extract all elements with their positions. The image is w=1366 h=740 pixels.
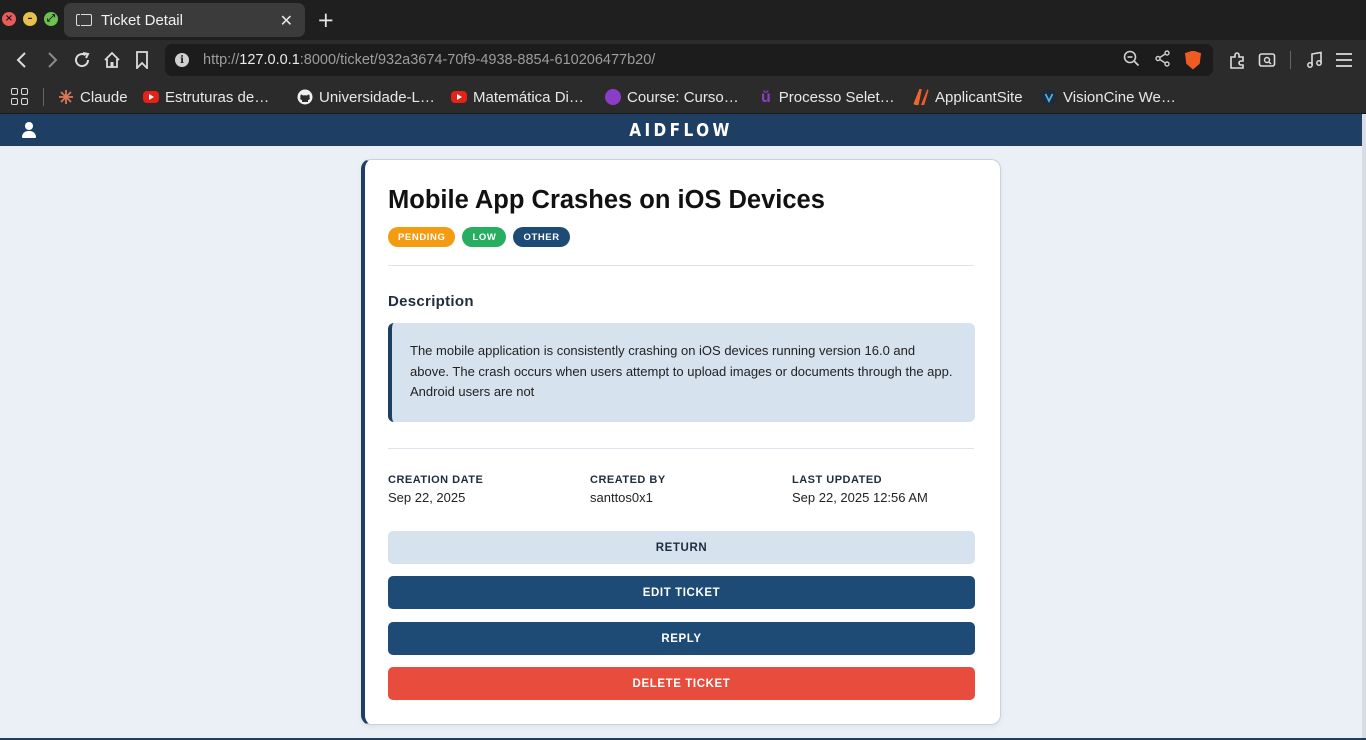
priority-badge: LOW <box>462 227 507 247</box>
youtube-icon <box>143 91 159 103</box>
browser-tab-active[interactable]: Ticket Detail ✕ <box>64 3 305 37</box>
description-box: The mobile application is consistently c… <box>388 323 975 422</box>
last-updated-value: Sep 22, 2025 12:56 AM <box>792 490 928 505</box>
description-heading: Description <box>388 293 474 310</box>
share-icon[interactable] <box>1154 49 1171 71</box>
udemy-icon: ŭ <box>761 89 771 106</box>
window-controls: × – ⤢ <box>2 12 58 26</box>
reload-icon[interactable] <box>71 49 93 71</box>
bookmark-universidade[interactable]: Universidade-L… <box>297 80 435 114</box>
creation-date-label: CREATION DATE <box>388 474 484 486</box>
extensions-icon[interactable] <box>1226 49 1248 71</box>
brave-shield-icon[interactable] <box>1185 50 1201 70</box>
back-icon[interactable] <box>11 49 33 71</box>
divider <box>388 265 974 266</box>
brand-logo[interactable]: AIDFLOW <box>102 120 1260 141</box>
reader-mode-icon[interactable] <box>1256 49 1278 71</box>
return-button[interactable]: RETURN <box>388 531 975 564</box>
bookmark-processo[interactable]: ŭ Processo Selet… <box>761 80 895 114</box>
url-text[interactable]: http://127.0.0.1:8000/ticket/932a3674-70… <box>203 52 1123 68</box>
bookmark-course[interactable]: Course: Curso… <box>605 80 739 114</box>
bookmark-matematica[interactable]: Matemática Di… <box>451 80 584 114</box>
media-icon[interactable] <box>1303 49 1325 71</box>
zoom-icon[interactable] <box>1123 50 1140 71</box>
ticket-card: Mobile App Crashes on iOS Devices PENDIN… <box>361 159 1001 725</box>
last-updated: LAST UPDATED Sep 22, 2025 12:56 AM <box>792 474 928 505</box>
created-by: CREATED BY santtos0x1 <box>590 474 666 505</box>
reply-button[interactable]: REPLY <box>388 622 975 655</box>
toolbar-separator <box>1290 51 1291 69</box>
youtube-icon <box>451 91 467 103</box>
created-by-label: CREATED BY <box>590 474 666 486</box>
created-by-value: santtos0x1 <box>590 490 653 505</box>
address-bar[interactable]: i http://127.0.0.1:8000/ticket/932a3674-… <box>165 44 1213 76</box>
github-icon <box>297 89 313 105</box>
divider <box>388 448 974 449</box>
bookmark-estruturas[interactable]: Estruturas de… <box>143 80 269 114</box>
bookmark-claude[interactable]: Claude <box>58 80 128 114</box>
window-minimize-button[interactable]: – <box>23 12 37 26</box>
tab-close-icon[interactable]: ✕ <box>280 11 293 30</box>
udemy-icon <box>605 89 621 105</box>
creation-date-value: Sep 22, 2025 <box>388 490 466 505</box>
window-close-button[interactable]: × <box>2 12 16 26</box>
description-text: The mobile application is consistently c… <box>410 343 953 399</box>
creation-date: CREATION DATE Sep 22, 2025 <box>388 474 483 505</box>
site-info-icon[interactable]: i <box>175 53 189 67</box>
bookmark-icon[interactable] <box>131 49 153 71</box>
apps-grid-icon[interactable] <box>11 88 28 105</box>
ticket-icon <box>76 13 92 27</box>
forward-icon[interactable] <box>41 49 63 71</box>
applicantsite-icon <box>913 89 929 105</box>
window-maximize-button[interactable]: ⤢ <box>44 12 58 26</box>
bookmark-applicantsite[interactable]: ApplicantSite <box>913 80 1023 114</box>
browser-titlebar: × – ⤢ Ticket Detail ✕ + <box>0 0 1366 40</box>
ticket-badges: PENDING LOW OTHER <box>388 227 570 247</box>
home-icon[interactable] <box>101 49 123 71</box>
status-badge: PENDING <box>388 227 456 247</box>
tab-title: Ticket Detail <box>101 11 183 29</box>
bookmarks-separator <box>43 88 44 106</box>
menu-icon[interactable] <box>1333 49 1355 71</box>
category-badge: OTHER <box>513 227 570 247</box>
edit-ticket-button[interactable]: EDIT TICKET <box>388 576 975 609</box>
new-tab-button[interactable]: + <box>317 8 335 32</box>
delete-ticket-button[interactable]: DELETE TICKET <box>388 667 975 700</box>
ticket-title: Mobile App Crashes on iOS Devices <box>388 186 825 214</box>
bookmark-visioncine[interactable]: VisionCine We… <box>1041 80 1176 114</box>
page-scrollbar[interactable] <box>1362 114 1366 740</box>
user-icon[interactable] <box>21 122 37 138</box>
browser-toolbar: i http://127.0.0.1:8000/ticket/932a3674-… <box>0 40 1366 80</box>
last-updated-label: LAST UPDATED <box>792 474 883 486</box>
claude-icon <box>58 89 74 105</box>
bookmarks-bar: Claude Estruturas de… Universidade-L… Ma… <box>0 80 1366 114</box>
app-header: AIDFLOW <box>0 114 1362 146</box>
visioncine-icon <box>1041 89 1057 105</box>
